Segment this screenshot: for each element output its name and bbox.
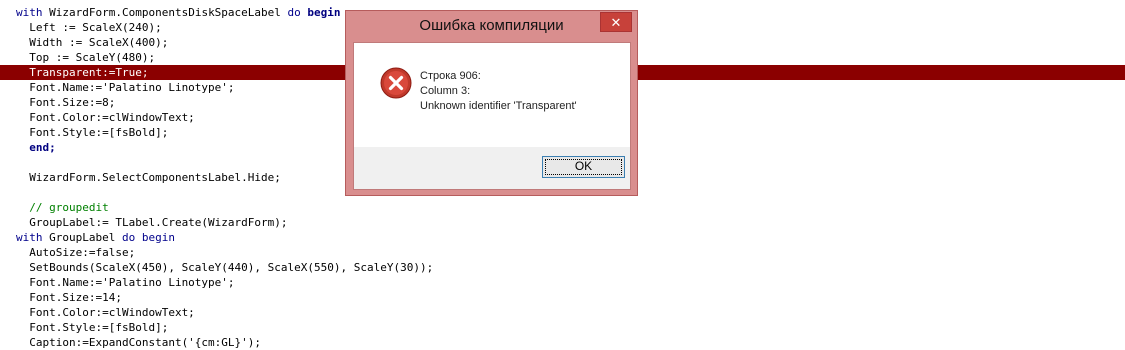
message-line-1: Строка 906: bbox=[420, 70, 481, 82]
message-line-3: Unknown identifier 'Transparent' bbox=[420, 100, 577, 112]
ok-button[interactable]: OK bbox=[542, 156, 625, 178]
code-line[interactable]: GroupLabel:= TLabel.Create(WizardForm); bbox=[0, 215, 1125, 230]
code-text: Font.Size:=8; bbox=[16, 96, 116, 109]
code-line[interactable]: Caption:=ExpandConstant('{cm:GL}'); bbox=[0, 335, 1125, 350]
code-keyword: end; bbox=[16, 141, 56, 154]
code-text: GroupLabel:= TLabel.Create(WizardForm); bbox=[16, 216, 288, 229]
code-text: AutoSize:=false; bbox=[16, 246, 136, 259]
dialog-title: Ошибка компиляции bbox=[419, 17, 564, 34]
code-line[interactable]: Font.Name:='Palatino Linotype'; bbox=[0, 275, 1125, 290]
code-line[interactable]: SetBounds(ScaleX(450), ScaleY(440), Scal… bbox=[0, 260, 1125, 275]
error-icon bbox=[380, 67, 412, 99]
code-line[interactable]: // groupedit bbox=[0, 200, 1125, 215]
message-line-2: Column 3: bbox=[420, 85, 471, 97]
code-text: Font.Color:=clWindowText; bbox=[16, 111, 195, 124]
code-text: WizardForm.ComponentsDiskSpaceLabel bbox=[42, 6, 288, 19]
code-text: Font.Color:=clWindowText; bbox=[16, 306, 195, 319]
code-text: Font.Size:=14; bbox=[16, 291, 122, 304]
code-keyword: do begin bbox=[121, 231, 175, 244]
code-text: Top := ScaleY(480); bbox=[16, 51, 156, 64]
code-text: WizardForm.SelectComponentsLabel.Hide; bbox=[16, 171, 281, 184]
code-keyword: begin bbox=[300, 6, 341, 19]
code-text: Caption:=ExpandConstant('{cm:GL}'); bbox=[16, 336, 262, 349]
code-text: Font.Name:='Palatino Linotype'; bbox=[16, 81, 235, 94]
code-text: Transparent:=True; bbox=[16, 66, 149, 79]
code-text: Left := ScaleX(240); bbox=[16, 21, 162, 34]
code-line[interactable]: with GroupLabel do begin bbox=[0, 230, 1125, 245]
code-text: Width := ScaleX(400); bbox=[16, 36, 169, 49]
code-keyword: with bbox=[16, 231, 43, 244]
code-comment: // groupedit bbox=[16, 201, 109, 214]
code-text: SetBounds(ScaleX(450), ScaleY(440), Scal… bbox=[16, 261, 434, 274]
code-line[interactable]: Font.Size:=14; bbox=[0, 290, 1125, 305]
code-line[interactable]: AutoSize:=false; bbox=[0, 245, 1125, 260]
code-keyword: with bbox=[16, 6, 43, 19]
error-message: Строка 906: Column 3: Unknown identifier… bbox=[420, 69, 577, 114]
code-text: GroupLabel bbox=[42, 231, 122, 244]
code-line[interactable]: Font.Color:=clWindowText; bbox=[0, 305, 1125, 320]
code-text: Font.Name:='Palatino Linotype'; bbox=[16, 276, 235, 289]
dialog-body: Строка 906: Column 3: Unknown identifier… bbox=[353, 42, 631, 190]
code-text: Font.Style:=[fsBold]; bbox=[16, 126, 169, 139]
compile-error-dialog: Ошибка компиляции ✕ Строка 906: Column 3… bbox=[345, 10, 638, 196]
code-keyword: do bbox=[287, 6, 301, 19]
code-line[interactable]: Font.Style:=[fsBold]; bbox=[0, 320, 1125, 335]
close-button[interactable]: ✕ bbox=[600, 12, 632, 32]
code-text: Font.Style:=[fsBold]; bbox=[16, 321, 169, 334]
